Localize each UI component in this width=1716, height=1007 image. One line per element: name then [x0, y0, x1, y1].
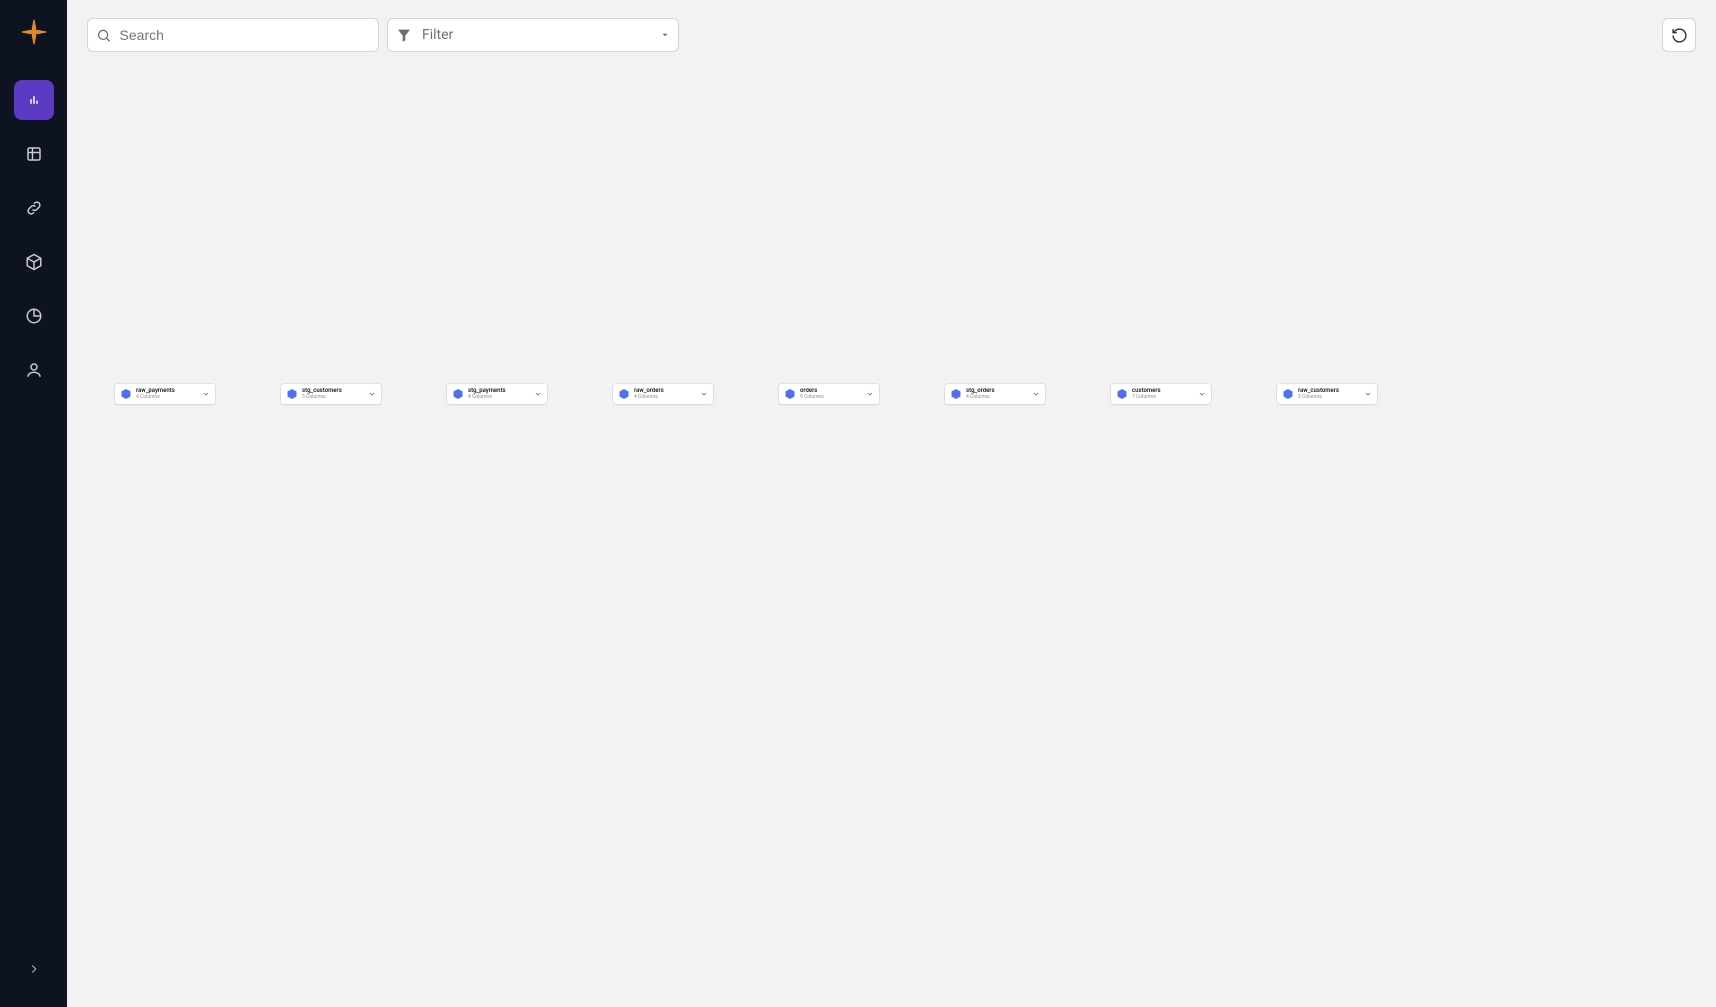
entity-type-icon — [452, 388, 464, 400]
nav-reports[interactable] — [14, 296, 54, 336]
entity-node[interactable]: raw_payments 4 Columns — [115, 384, 215, 404]
refresh-icon — [1671, 27, 1688, 44]
entity-node[interactable]: stg_orders 4 Columns — [945, 384, 1045, 404]
entity-node[interactable]: orders 9 Columns — [779, 384, 879, 404]
search-input[interactable] — [120, 27, 370, 43]
chevron-right-icon — [27, 962, 41, 976]
entity-columns: 7 Columns — [1132, 395, 1194, 401]
filter-icon — [396, 27, 412, 43]
chevron-down-icon — [660, 30, 670, 40]
chevron-down-icon — [202, 390, 210, 398]
pie-chart-icon — [25, 307, 43, 325]
entity-row: raw_payments 4 Columns stg_customers 3 C… — [115, 384, 1716, 404]
cube-icon — [25, 253, 43, 271]
chevron-down-icon — [866, 390, 874, 398]
chevron-down-icon — [1198, 390, 1206, 398]
entity-columns: 4 Columns — [634, 395, 696, 401]
entity-columns: 4 Columns — [136, 395, 198, 401]
search-input-wrapper[interactable] — [87, 18, 379, 52]
search-icon — [96, 27, 112, 44]
entity-node[interactable]: raw_orders 4 Columns — [613, 384, 713, 404]
entity-node[interactable]: customers 7 Columns — [1111, 384, 1211, 404]
chevron-down-icon — [368, 390, 376, 398]
entity-node[interactable]: stg_payments 4 Columns — [447, 384, 547, 404]
entity-type-icon — [950, 388, 962, 400]
entity-type-icon — [286, 388, 298, 400]
main-area: Filter raw_payments 4 Columns — [67, 0, 1716, 1007]
bar-chart-icon — [25, 91, 43, 109]
app-logo — [14, 12, 54, 52]
filter-dropdown[interactable]: Filter — [387, 18, 679, 52]
link-icon — [25, 199, 43, 217]
sidebar — [0, 0, 67, 1007]
entity-type-icon — [120, 388, 132, 400]
entity-type-icon — [618, 388, 630, 400]
refresh-button[interactable] — [1662, 18, 1696, 52]
chevron-down-icon — [700, 390, 708, 398]
nav-models[interactable] — [14, 242, 54, 282]
filter-label: Filter — [422, 27, 650, 43]
table-icon — [25, 145, 43, 163]
nav-connections[interactable] — [14, 188, 54, 228]
entity-node[interactable]: stg_customers 3 Columns — [281, 384, 381, 404]
user-icon — [25, 361, 43, 379]
chevron-down-icon — [534, 390, 542, 398]
compass-icon — [20, 18, 48, 46]
topbar: Filter — [67, 0, 1716, 64]
lineage-canvas[interactable]: raw_payments 4 Columns stg_customers 3 C… — [67, 64, 1716, 1007]
entity-columns: 4 Columns — [468, 395, 530, 401]
nav-lineage[interactable] — [14, 80, 54, 120]
entity-columns: 4 Columns — [966, 395, 1028, 401]
entity-type-icon — [1116, 388, 1128, 400]
sidebar-expand-button[interactable] — [14, 949, 54, 989]
nav-account[interactable] — [14, 350, 54, 390]
entity-type-icon — [784, 388, 796, 400]
entity-columns: 3 Columns — [1298, 395, 1360, 401]
entity-node[interactable]: raw_customers 3 Columns — [1277, 384, 1377, 404]
chevron-down-icon — [1364, 390, 1372, 398]
entity-columns: 3 Columns — [302, 395, 364, 401]
entity-columns: 9 Columns — [800, 395, 862, 401]
chevron-down-icon — [1032, 390, 1040, 398]
entity-type-icon — [1282, 388, 1294, 400]
nav-tables[interactable] — [14, 134, 54, 174]
